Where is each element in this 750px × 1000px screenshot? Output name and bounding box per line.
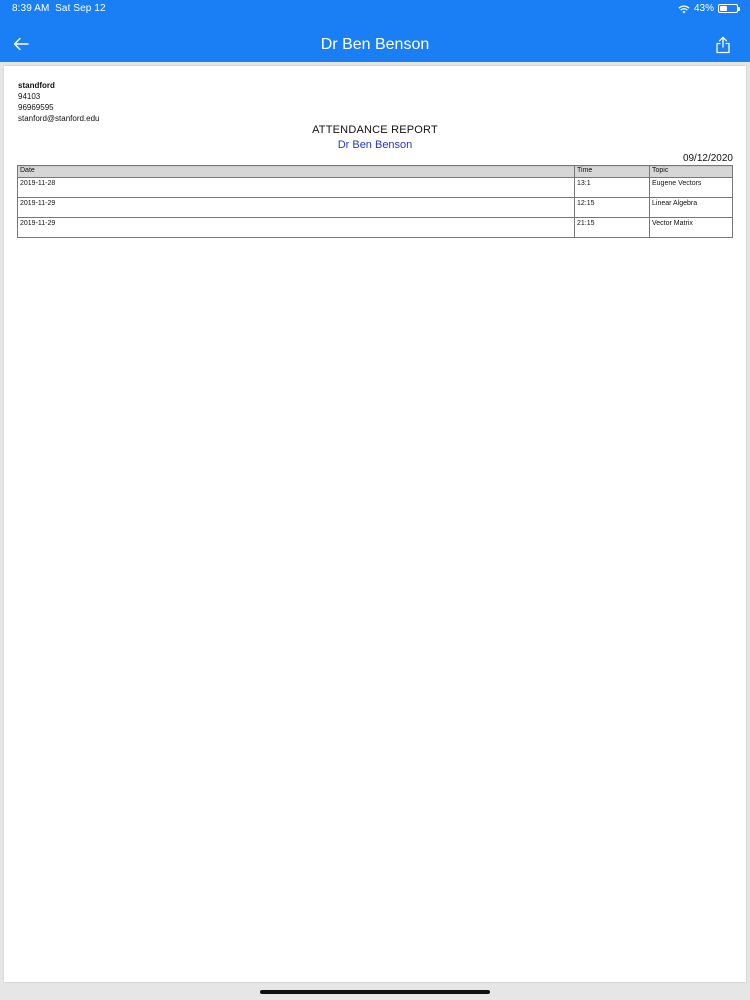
status-date: Sat Sep 12 xyxy=(55,3,106,14)
battery-icon xyxy=(718,4,740,13)
battery-percent: 43% xyxy=(693,3,714,14)
org-info: standford 94103 96969595 stanford@stanfo… xyxy=(18,80,100,124)
status-bar: 8:39 AM Sat Sep 12 43% xyxy=(0,0,750,20)
cell-time: 21:15 xyxy=(574,217,650,238)
cell-date: 2019-11-29 xyxy=(17,197,575,218)
cell-topic: Linear Algebra xyxy=(649,197,733,218)
org-zip: 94103 xyxy=(18,92,41,101)
report-title: ATTENDANCE REPORT xyxy=(312,124,438,136)
org-name: standford xyxy=(18,81,55,90)
cell-time: 12:15 xyxy=(574,197,650,218)
share-icon xyxy=(716,36,730,54)
status-time: 8:39 AM Sat Sep 12 xyxy=(12,3,106,14)
cell-date: 2019-11-28 xyxy=(17,177,575,198)
table-row: 2019-11-28 13:1 Eugene Vectors xyxy=(17,177,733,198)
status-clock: 8:39 AM xyxy=(12,3,50,14)
column-header-date: Date xyxy=(17,165,575,178)
app-header: 8:39 AM Sat Sep 12 43% Dr Ben Benson xyxy=(0,0,750,62)
table-row: 2019-11-29 12:15 Linear Algebra xyxy=(17,197,733,218)
attendance-table: Date Time Topic 2019-11-28 13:1 Eugene V… xyxy=(17,165,733,238)
table-row: 2019-11-29 21:15 Vector Matrix xyxy=(17,217,733,238)
org-phone: 96969595 xyxy=(18,103,54,112)
cell-topic: Eugene Vectors xyxy=(649,177,733,198)
column-header-time: Time xyxy=(574,165,650,178)
org-email: stanford@stanford.edu xyxy=(18,114,100,123)
battery-level xyxy=(720,6,727,11)
wifi-icon xyxy=(678,4,690,13)
share-button[interactable] xyxy=(712,34,734,56)
report-date: 09/12/2020 xyxy=(682,153,733,164)
cell-time: 13:1 xyxy=(574,177,650,198)
column-header-topic: Topic xyxy=(649,165,733,178)
cell-topic: Vector Matrix xyxy=(649,217,733,238)
report-subtitle: Dr Ben Benson xyxy=(337,139,413,151)
nav-title: Dr Ben Benson xyxy=(320,36,430,53)
home-indicator[interactable] xyxy=(260,990,490,994)
nav-bar: Dr Ben Benson xyxy=(0,20,750,62)
table-header-row: Date Time Topic xyxy=(17,165,733,178)
report-page: standford 94103 96969595 stanford@stanfo… xyxy=(4,66,746,982)
cell-date: 2019-11-29 xyxy=(17,217,575,238)
status-right: 43% xyxy=(678,3,740,14)
